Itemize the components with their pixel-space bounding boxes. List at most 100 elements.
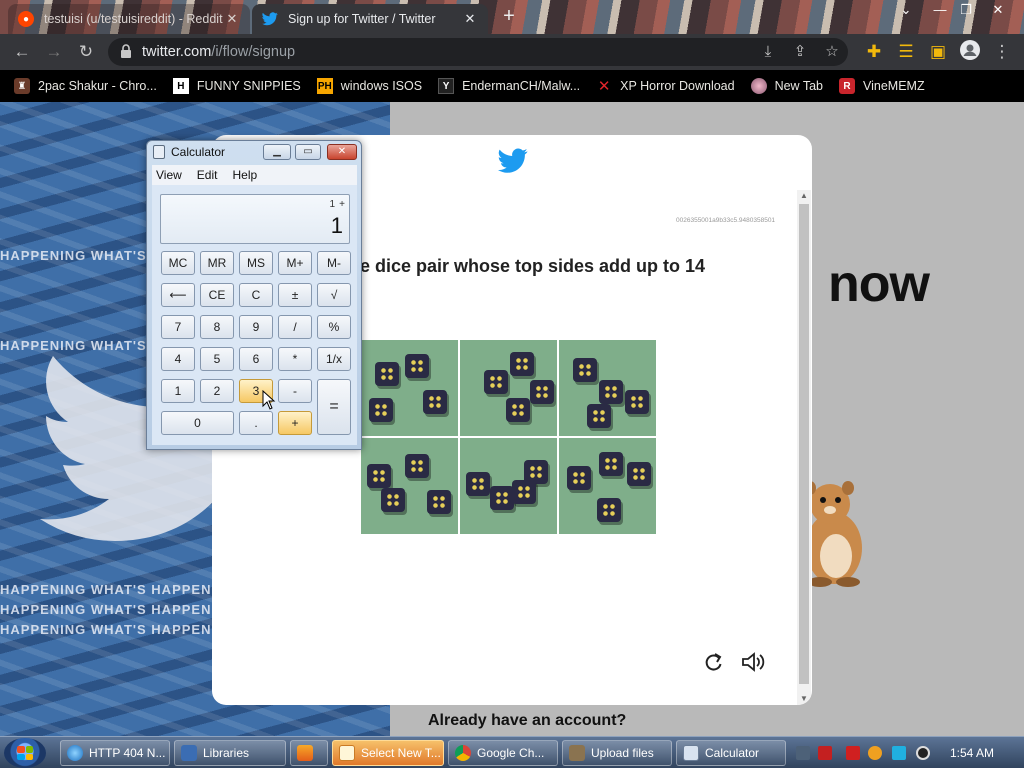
menu-edit[interactable]: Edit — [193, 168, 222, 182]
close-tab-icon[interactable]: ✕ — [224, 11, 240, 27]
captcha-tile-5[interactable] — [460, 438, 557, 534]
reload-icon[interactable]: ↻ — [74, 40, 98, 64]
key-multiply[interactable]: * — [278, 347, 312, 371]
taskbar: HTTP 404 N... Libraries Select New T... … — [0, 736, 1024, 768]
calculator-titlebar[interactable]: Calculator ▁ ▭ ✕ — [147, 141, 361, 163]
key-m-plus[interactable]: M+ — [278, 251, 312, 275]
bookmark-new-tab[interactable]: New Tab — [750, 78, 823, 94]
key-c[interactable]: C — [239, 283, 273, 307]
bookmark-2pac[interactable]: ♜ 2pac Shakur - Chro... — [14, 78, 157, 94]
tray-display-icon[interactable] — [892, 746, 906, 760]
scrollbar-thumb[interactable] — [799, 204, 809, 684]
menu-help[interactable]: Help — [228, 168, 261, 182]
tray-flag-icon[interactable] — [846, 746, 860, 760]
bookmarks-bar: ♜ 2pac Shakur - Chro... H FUNNY SNIPPIES… — [0, 70, 1024, 102]
key-2[interactable]: 2 — [200, 379, 234, 403]
taskbar-item-ie[interactable]: HTTP 404 N... — [60, 740, 170, 766]
start-button[interactable] — [4, 738, 46, 768]
background-text: HAPPENING WHAT'S HAPPEN — [0, 602, 212, 617]
extensions-icon[interactable]: ✚ — [862, 40, 886, 64]
restore-icon[interactable]: ❐ — [954, 2, 978, 18]
forward-icon[interactable]: → — [42, 40, 66, 64]
back-icon[interactable]: ← — [10, 40, 34, 64]
key-5[interactable]: 5 — [200, 347, 234, 371]
taskbar-clock[interactable]: 1:54 AM — [950, 746, 994, 760]
address-bar[interactable]: twitter.com/i/flow/signup ⤓ ⇪ ☆ — [108, 38, 848, 66]
taskbar-item-label: Calculator — [705, 746, 760, 760]
key-6[interactable]: 6 — [239, 347, 273, 371]
minimize-icon[interactable]: — — [928, 2, 952, 17]
taskbar-item-upload-files[interactable]: Upload files — [562, 740, 672, 766]
lock-icon — [121, 44, 131, 58]
bookmark-funny-snippies[interactable]: H FUNNY SNIPPIES — [172, 78, 301, 94]
install-icon[interactable]: ⤓ — [758, 42, 778, 62]
key-9[interactable]: 9 — [239, 315, 273, 339]
side-panel-icon[interactable]: ▣ — [926, 40, 950, 64]
scroll-down-icon[interactable]: ▼ — [797, 693, 811, 705]
taskbar-item-libraries[interactable]: Libraries — [174, 740, 286, 766]
refresh-challenge-icon[interactable] — [702, 651, 724, 673]
key-0[interactable]: 0 — [161, 411, 234, 435]
key-1[interactable]: 1 — [161, 379, 195, 403]
captcha-tile-1[interactable] — [361, 340, 458, 436]
tab-reddit[interactable]: ● testuisi (u/testuisireddit) - Reddit ✕ — [8, 4, 250, 34]
captcha-tile-4[interactable] — [361, 438, 458, 534]
menu-kebab-icon[interactable]: ⋮ — [990, 40, 1014, 64]
key-subtract[interactable]: - — [278, 379, 312, 403]
close-icon[interactable]: ✕ — [327, 144, 357, 160]
expression-line: 1 — [329, 199, 335, 210]
captcha-tile-6[interactable] — [559, 438, 656, 534]
menu-view[interactable]: View — [152, 168, 186, 182]
tray-network-icon[interactable] — [796, 746, 810, 760]
taskbar-item-media-player[interactable] — [290, 740, 328, 766]
scroll-up-icon[interactable]: ▲ — [797, 190, 811, 202]
captcha-tile-2[interactable] — [460, 340, 557, 436]
bookmark-vinememz[interactable]: R VineMEMZ — [839, 78, 925, 94]
key-8[interactable]: 8 — [200, 315, 234, 339]
bookmark-xp-horror[interactable]: ✕ XP Horror Download — [596, 78, 735, 95]
key-m-minus[interactable]: M- — [317, 251, 351, 275]
key-ce[interactable]: CE — [200, 283, 234, 307]
new-tab-button[interactable]: + — [498, 6, 520, 28]
key-reciprocal[interactable]: 1/x — [317, 347, 351, 371]
key-ms[interactable]: MS — [239, 251, 273, 275]
audio-challenge-icon[interactable] — [740, 651, 766, 673]
maximize-icon[interactable]: ▭ — [295, 144, 321, 160]
reading-list-icon[interactable]: ☰ — [894, 40, 918, 64]
share-icon[interactable]: ⇪ — [790, 42, 810, 62]
key-backspace[interactable]: ⟵ — [161, 283, 195, 307]
tray-volume-icon[interactable] — [916, 746, 930, 760]
key-equals[interactable]: = — [317, 379, 351, 435]
close-window-icon[interactable]: ✕ — [986, 2, 1010, 18]
captcha-tile-3[interactable] — [559, 340, 656, 436]
bookmark-label: VineMEMZ — [863, 79, 925, 93]
tab-search-icon[interactable]: ⌄ — [894, 2, 918, 18]
taskbar-item-calculator[interactable]: Calculator — [676, 740, 786, 766]
bookmark-star-icon[interactable]: ☆ — [822, 42, 842, 62]
profile-avatar-icon[interactable] — [958, 40, 982, 64]
background-text: HAPPENING WHAT'S HAPPEN — [0, 622, 212, 637]
bookmark-endermanch[interactable]: Y EndermanCH/Malw... — [438, 78, 580, 94]
close-tab-icon[interactable]: ✕ — [462, 11, 478, 27]
key-percent[interactable]: % — [317, 315, 351, 339]
taskbar-item-chrome[interactable]: Google Ch... — [448, 740, 558, 766]
tab-twitter-signup[interactable]: Sign up for Twitter / Twitter ✕ — [252, 4, 488, 34]
bookmark-label: XP Horror Download — [620, 79, 735, 93]
key-7[interactable]: 7 — [161, 315, 195, 339]
key-mr[interactable]: MR — [200, 251, 234, 275]
tray-search-icon[interactable] — [868, 746, 882, 760]
key-sqrt[interactable]: √ — [317, 283, 351, 307]
bookmark-label: EndermanCH/Malw... — [462, 79, 581, 93]
bookmark-windows-isos[interactable]: PH windows ISOS — [316, 78, 422, 94]
tray-antivirus-icon[interactable] — [818, 746, 832, 760]
modal-scrollbar[interactable]: ▲ ▼ — [797, 190, 811, 705]
key-decimal[interactable]: . — [239, 411, 273, 435]
key-divide[interactable]: / — [278, 315, 312, 339]
minimize-icon[interactable]: ▁ — [263, 144, 291, 160]
taskbar-item-paint[interactable]: Select New T... — [332, 740, 444, 766]
key-plus-minus[interactable]: ± — [278, 283, 312, 307]
key-mc[interactable]: MC — [161, 251, 195, 275]
key-add[interactable]: + — [278, 411, 312, 435]
key-4[interactable]: 4 — [161, 347, 195, 371]
reddit-icon: ● — [18, 11, 34, 27]
